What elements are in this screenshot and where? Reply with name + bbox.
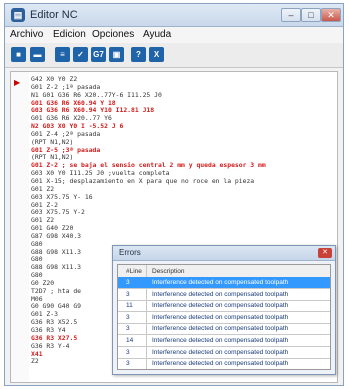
errors-dialog-title: Errors [119, 248, 141, 257]
code-line[interactable]: G01 X-15; desplazamiento en X para que n… [31, 177, 337, 186]
minimize-button[interactable]: – [281, 8, 301, 22]
table-row[interactable]: 11 Interference detected on compensated t… [118, 300, 330, 313]
menu-bar: Archivo Edicion Opciones Ayuda [5, 27, 343, 43]
errors-dialog: Errors ✕ #Line Description 3 Interference… [112, 245, 336, 375]
cell-line-number: 3 [126, 290, 130, 298]
menu-ayuda[interactable]: Ayuda [143, 29, 171, 40]
cell-line-number: 14 [126, 337, 134, 344]
code-line[interactable]: G03 X75.75 Y- 16 [31, 193, 337, 202]
title-bar[interactable]: ▤ Editor NC – □ ✕ [5, 4, 343, 27]
editor-window: ▤ Editor NC – □ ✕ Archivo Edicion Opcion… [4, 3, 344, 386]
cell-description: Interference detected on compensated too… [152, 348, 289, 356]
column-header-description[interactable]: Description [152, 268, 185, 275]
cell-line-number: 3 [126, 279, 130, 286]
close-button[interactable]: ✕ [321, 8, 341, 22]
exit-icon[interactable]: X [149, 47, 164, 62]
line-gutter: ▶ [11, 72, 29, 382]
save-icon[interactable]: ■ [11, 47, 26, 62]
cell-line-number: 3 [126, 325, 130, 333]
help-icon[interactable]: ? [131, 47, 146, 62]
cell-description: Interference detected on compensated too… [152, 337, 289, 344]
code-line[interactable]: G03 X75.75 Y-2 [31, 208, 337, 217]
document-icon: ▤ [11, 8, 25, 22]
menu-opciones[interactable]: Opciones [92, 29, 134, 40]
table-row[interactable]: 3 Interference detected on compensated to… [118, 289, 330, 301]
g-code-icon[interactable]: G7 [91, 47, 106, 62]
errors-dialog-titlebar[interactable]: Errors ✕ [113, 246, 335, 261]
toolbar: ■ ▬ ≡ ✓ G7 ▣ ? X [5, 43, 343, 68]
cell-description: Interference detected on compensated too… [152, 279, 289, 286]
table-row[interactable]: 3 Interference detected on compensated to… [118, 277, 330, 289]
cell-description: Interference detected on compensated too… [152, 290, 289, 298]
cell-description: Interference detected on compensated too… [152, 360, 289, 368]
cell-line-number: 3 [126, 313, 130, 321]
cell-line-number: 3 [126, 348, 130, 356]
maximize-button[interactable]: □ [301, 8, 321, 22]
menu-edicion[interactable]: Edicion [53, 29, 86, 40]
table-row[interactable]: 3 Interference detected on compensated to… [118, 312, 330, 324]
cell-description: Interference detected on compensated too… [152, 302, 289, 310]
errors-table: #Line Description 3 Interference detected… [117, 264, 331, 370]
list-icon[interactable]: ≡ [55, 47, 70, 62]
cell-description: Interference detected on compensated too… [152, 313, 289, 321]
current-line-arrow-icon: ▶ [14, 78, 21, 87]
code-line[interactable]: G01 Z-4 ;2ª pasada [31, 130, 337, 139]
code-line[interactable]: G01 Z2 [31, 216, 337, 225]
cell-description: Interference detected on compensated too… [152, 325, 289, 333]
code-line[interactable]: G87 G98 X40.3 [31, 232, 337, 241]
image-icon[interactable]: ▣ [109, 47, 124, 62]
print-icon[interactable]: ▬ [30, 47, 45, 62]
check-icon[interactable]: ✓ [73, 47, 88, 62]
table-row[interactable]: 3 Interference detected on compensated to… [118, 358, 330, 369]
table-row[interactable]: 14 Interference detected on compensated t… [118, 335, 330, 347]
code-line[interactable]: G01 Z-5 ;3ª pasada [31, 146, 337, 155]
errors-dialog-close-button[interactable]: ✕ [318, 248, 332, 258]
column-header-line[interactable]: #Line [126, 268, 142, 275]
table-row[interactable]: 3 Interference detected on compensated to… [118, 323, 330, 336]
window-title: Editor NC [30, 9, 78, 21]
cell-line-number: 11 [126, 302, 133, 310]
table-row[interactable]: 3 Interference detected on compensated to… [118, 347, 330, 359]
cell-line-number: 3 [126, 360, 130, 368]
menu-archivo[interactable]: Archivo [10, 29, 43, 40]
